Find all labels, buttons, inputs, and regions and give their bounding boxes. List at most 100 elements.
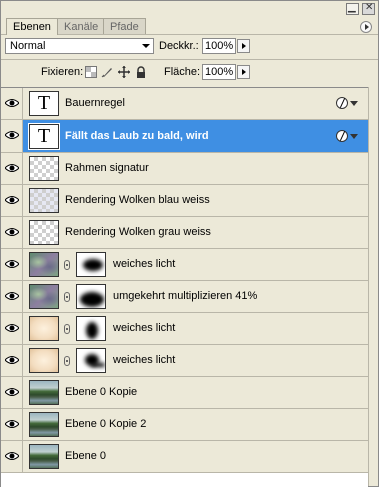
layer-thumbnail: T xyxy=(29,91,59,116)
visibility-toggle[interactable] xyxy=(1,88,23,119)
expand-effects-icon[interactable] xyxy=(350,134,358,139)
eye-icon xyxy=(5,228,19,236)
layer-row[interactable]: T Bauernregel xyxy=(1,88,368,120)
tab-paths[interactable]: Pfade xyxy=(103,18,146,34)
eye-icon xyxy=(5,131,19,139)
layer-row[interactable]: weiches licht xyxy=(1,345,368,377)
layer-row[interactable]: weiches licht xyxy=(1,249,368,281)
layer-name[interactable]: weiches licht xyxy=(113,345,175,376)
layer-row[interactable]: umgekehrt multiplizieren 41% xyxy=(1,281,368,313)
visibility-toggle[interactable] xyxy=(1,281,23,312)
layer-name[interactable]: umgekehrt multiplizieren 41% xyxy=(113,281,257,312)
layer-row[interactable]: Rendering Wolken blau weiss xyxy=(1,185,368,217)
panel-menu-button[interactable] xyxy=(360,21,372,33)
lock-position-icon[interactable] xyxy=(118,66,130,78)
visibility-toggle[interactable] xyxy=(1,217,23,248)
visibility-toggle[interactable] xyxy=(1,345,23,376)
layer-name[interactable]: weiches licht xyxy=(113,249,175,280)
eye-icon xyxy=(5,388,19,396)
lock-transparency-icon[interactable] xyxy=(85,66,97,78)
scrollbar[interactable] xyxy=(368,87,378,486)
eye-icon xyxy=(5,356,19,364)
layer-row[interactable]: Rendering Wolken grau weiss xyxy=(1,217,368,249)
opacity-input[interactable]: 100% xyxy=(202,38,236,54)
layer-row[interactable]: weiches licht xyxy=(1,313,368,345)
layer-name[interactable]: Rendering Wolken blau weiss xyxy=(65,185,210,216)
layer-effects-icon[interactable] xyxy=(336,130,348,142)
visibility-toggle[interactable] xyxy=(1,120,23,152)
tab-channels[interactable]: Kanäle xyxy=(57,18,106,34)
link-icon[interactable] xyxy=(64,324,70,334)
layer-thumbnail xyxy=(29,380,59,405)
layer-mask-thumbnail[interactable] xyxy=(76,348,106,373)
layer-thumbnail xyxy=(29,188,59,213)
layer-name[interactable]: Bauernregel xyxy=(65,88,125,119)
visibility-toggle[interactable] xyxy=(1,185,23,216)
layer-name[interactable]: Ebene 0 Kopie xyxy=(65,377,137,408)
expand-effects-icon[interactable] xyxy=(350,101,358,106)
eye-icon xyxy=(5,196,19,204)
lock-label: Fixieren: xyxy=(41,66,84,78)
fill-label: Fläche: xyxy=(164,66,201,78)
visibility-toggle[interactable] xyxy=(1,313,23,344)
eye-icon xyxy=(5,420,19,428)
eye-icon xyxy=(5,164,19,172)
layer-mask-thumbnail[interactable] xyxy=(76,284,106,309)
layer-name[interactable]: Ebene 0 xyxy=(65,441,106,472)
mask-shape xyxy=(83,259,103,271)
layer-thumbnail xyxy=(29,348,59,373)
tab-layers[interactable]: Ebenen xyxy=(6,18,58,35)
link-icon[interactable] xyxy=(64,292,70,302)
visibility-toggle[interactable] xyxy=(1,377,23,408)
minimize-button[interactable]: ▁ xyxy=(346,2,359,15)
layer-mask-thumbnail[interactable] xyxy=(76,252,106,277)
layer-thumbnail xyxy=(29,252,59,277)
lock-all-icon[interactable] xyxy=(135,66,147,78)
layer-thumbnail xyxy=(29,444,59,469)
blend-mode-select[interactable]: Normal xyxy=(5,38,154,54)
layer-mask-thumbnail[interactable] xyxy=(76,316,106,341)
layer-name[interactable]: Rendering Wolken grau weiss xyxy=(65,217,211,248)
opacity-slider-button[interactable] xyxy=(237,39,250,53)
eye-icon xyxy=(5,99,19,107)
layer-name[interactable]: Ebene 0 Kopie 2 xyxy=(65,409,146,440)
fill-slider-button[interactable] xyxy=(237,65,250,79)
layers-list: T Bauernregel T Fällt das Laub zu bald, … xyxy=(1,87,368,487)
eye-icon xyxy=(5,292,19,300)
layer-row[interactable]: Ebene 0 Kopie xyxy=(1,377,368,409)
layer-row[interactable]: Ebene 0 xyxy=(1,441,368,473)
fill-input[interactable]: 100% xyxy=(202,64,236,80)
mask-shape xyxy=(91,363,105,367)
chevron-down-icon xyxy=(142,44,150,48)
divider xyxy=(1,59,378,60)
layer-effects-icon[interactable] xyxy=(336,97,348,109)
layer-row[interactable]: Ebene 0 Kopie 2 xyxy=(1,409,368,441)
layer-name[interactable]: Fällt das Laub zu bald, wird xyxy=(65,120,209,153)
visibility-toggle[interactable] xyxy=(1,441,23,472)
lock-image-icon[interactable] xyxy=(101,66,113,78)
layer-thumbnail xyxy=(29,284,59,309)
link-icon[interactable] xyxy=(64,356,70,366)
layer-thumbnail xyxy=(29,220,59,245)
close-button[interactable]: ✕ xyxy=(362,2,375,15)
mask-shape xyxy=(86,322,98,339)
eye-icon xyxy=(5,260,19,268)
eye-icon xyxy=(5,324,19,332)
layers-panel: ▁ ✕ Ebenen Kanäle Pfade Normal Deckkr.: … xyxy=(0,0,379,487)
layer-thumbnail: T xyxy=(28,123,60,150)
layer-name[interactable]: Rahmen signatur xyxy=(65,153,149,184)
visibility-toggle[interactable] xyxy=(1,409,23,440)
opacity-label: Deckkr.: xyxy=(159,40,199,52)
layer-thumbnail xyxy=(29,156,59,181)
eye-icon xyxy=(5,452,19,460)
tab-bar: ▁ ✕ Ebenen Kanäle Pfade xyxy=(1,1,378,35)
visibility-toggle[interactable] xyxy=(1,249,23,280)
layer-row-selected[interactable]: T Fällt das Laub zu bald, wird xyxy=(1,120,368,153)
visibility-toggle[interactable] xyxy=(1,153,23,184)
layer-row[interactable]: Rahmen signatur xyxy=(1,153,368,185)
layer-thumbnail xyxy=(29,412,59,437)
blend-mode-value: Normal xyxy=(10,40,46,52)
layer-name[interactable]: weiches licht xyxy=(113,313,175,344)
link-icon[interactable] xyxy=(64,260,70,270)
mask-shape xyxy=(80,292,104,307)
